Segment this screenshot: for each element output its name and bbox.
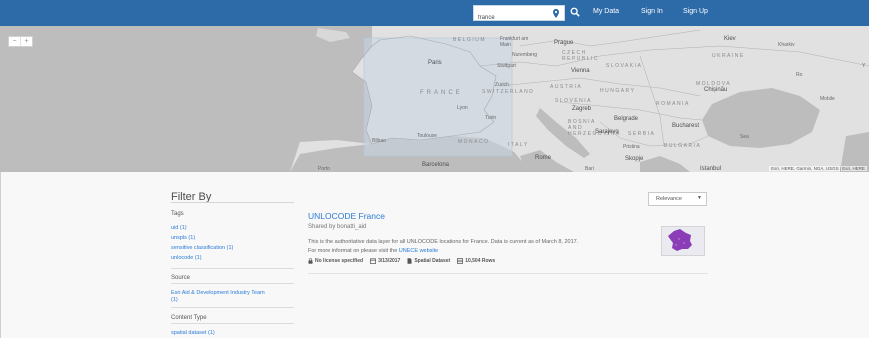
map-label: Zagreb	[572, 106, 592, 112]
map-label: Barcelona	[422, 162, 450, 168]
result-owner: Shared by bonatti_aid	[308, 224, 367, 230]
map-label: Belgrade	[614, 116, 639, 122]
map-label: CZECH REPUBLIC	[562, 50, 600, 62]
search-box[interactable]	[473, 5, 565, 25]
facet-link-source[interactable]: Esri Aid & Development Industry Team	[171, 290, 265, 296]
license-meta: No license specified	[308, 258, 363, 264]
facet-label-content-type: Content Type	[171, 315, 207, 321]
sign-in-link[interactable]: Sign In	[641, 8, 663, 15]
facet-link-source-count[interactable]: (1)	[171, 297, 178, 303]
facet-label-tags: Tags	[171, 211, 184, 217]
map-label: Chișinău	[704, 87, 728, 93]
search-icon[interactable]	[570, 7, 580, 17]
map-label: FRANCE	[420, 90, 463, 96]
map-label: Toulouse	[417, 133, 438, 139]
map-label: SLOVENIA	[555, 98, 593, 104]
date-meta: 3/13/2017	[370, 258, 400, 264]
map-label: Bucharest	[672, 123, 700, 129]
my-data-link[interactable]: My Data	[593, 8, 619, 15]
divider	[308, 273, 708, 274]
sort-select[interactable]: Relevance ▼	[648, 192, 707, 206]
map-label: MONACO	[458, 139, 490, 145]
map-label: Pristina	[623, 144, 640, 150]
result-thumbnail[interactable]	[661, 226, 705, 256]
map-label: Turin	[485, 115, 497, 121]
result-description: This is the authoritative data layer for…	[308, 238, 658, 256]
facet-link-tag[interactable]: unlocode (1)	[171, 255, 202, 261]
map-label: ITALY	[508, 142, 529, 148]
rows-meta: 10,504 Rows	[457, 258, 495, 264]
type-meta: Spatial Dataset	[407, 258, 450, 264]
map-label: Nuremberg	[512, 52, 538, 58]
map-label: Sarajevo	[595, 129, 619, 135]
search-input[interactable]	[474, 11, 548, 25]
divider	[171, 307, 294, 308]
calendar-icon	[370, 258, 377, 264]
result-title-link[interactable]: UNLOCODE France	[308, 211, 385, 221]
map-label: Rome	[535, 155, 552, 161]
sign-up-link[interactable]: Sign Up	[683, 8, 708, 15]
lock-icon	[308, 258, 313, 264]
map-label: Stuttgart	[497, 63, 516, 69]
facet-link-tag[interactable]: uid (1)	[171, 225, 187, 231]
location-pin-icon[interactable]	[552, 9, 560, 18]
map-label: Paris	[428, 60, 442, 66]
result-description-text: This is the authoritative data layer for…	[308, 239, 579, 245]
map-label: SWITZERLAND	[482, 89, 535, 95]
divider	[171, 283, 294, 284]
map-label: Prague	[554, 40, 574, 46]
facet-link-tag[interactable]: unspls (1)	[171, 235, 195, 241]
search-results-panel: Filter By Tags uid (1) unspls (1) sensit…	[0, 172, 869, 338]
top-bar: My Data Sign In Sign Up	[0, 0, 869, 26]
chevron-down-icon: ▼	[697, 195, 702, 201]
zoom-in-button[interactable]: +	[21, 37, 32, 46]
zoom-out-button[interactable]: −	[9, 37, 21, 46]
result-meta: No license specified 3/13/2017 Spatial D…	[308, 258, 495, 264]
table-icon	[457, 258, 464, 264]
map-label: Y	[862, 63, 866, 69]
map-label: ROMANIA	[656, 101, 690, 107]
map-label: Lyon	[457, 105, 468, 111]
map-label: Bilbao	[372, 138, 386, 144]
map-label: BULGARIA	[664, 143, 702, 149]
map-label: Frankfurt am Main	[500, 36, 529, 48]
divider	[171, 202, 294, 203]
map-label: Kharkiv	[778, 42, 795, 48]
france-thumbnail-icon	[668, 229, 692, 251]
map-basemap	[0, 26, 869, 172]
divider	[171, 323, 294, 324]
divider	[171, 268, 294, 269]
facet-label-source: Source	[171, 275, 191, 281]
map-label: Zurich	[495, 82, 509, 88]
map-label: Skopje	[625, 156, 644, 162]
map-label: AUSTRIA	[550, 84, 583, 90]
sort-select-value: Relevance	[656, 196, 682, 202]
divider	[0, 172, 1, 338]
map-attribution: Esri, HERE, Garmin, NGA, USGS | Esri, HE…	[769, 166, 867, 171]
map-label: UKRAINE	[712, 53, 745, 59]
map-label: HUNGARY	[600, 88, 636, 94]
facet-link-tag[interactable]: sensitive classification (1)	[171, 245, 233, 251]
map-view[interactable]: − + BELGIUM Frankfurt am Main Prague Nur…	[0, 26, 869, 172]
map-label: Sea	[740, 134, 749, 140]
map-label: Ro	[796, 72, 803, 78]
document-icon	[407, 258, 412, 264]
map-label: Mobile	[820, 96, 835, 102]
facet-link-content-type[interactable]: spatial dataset (1)	[171, 330, 215, 336]
map-label: SLOVAKIA	[606, 63, 643, 69]
map-label: Kiev	[724, 36, 736, 42]
unece-website-link[interactable]: UNECE website	[399, 248, 438, 254]
zoom-control: − +	[8, 36, 33, 47]
map-label: Vienna	[571, 68, 590, 74]
map-label: BELGIUM	[453, 37, 487, 43]
map-label: SERBIA	[628, 131, 656, 137]
result-more-info-text: For more informat on please visit the	[308, 248, 399, 254]
